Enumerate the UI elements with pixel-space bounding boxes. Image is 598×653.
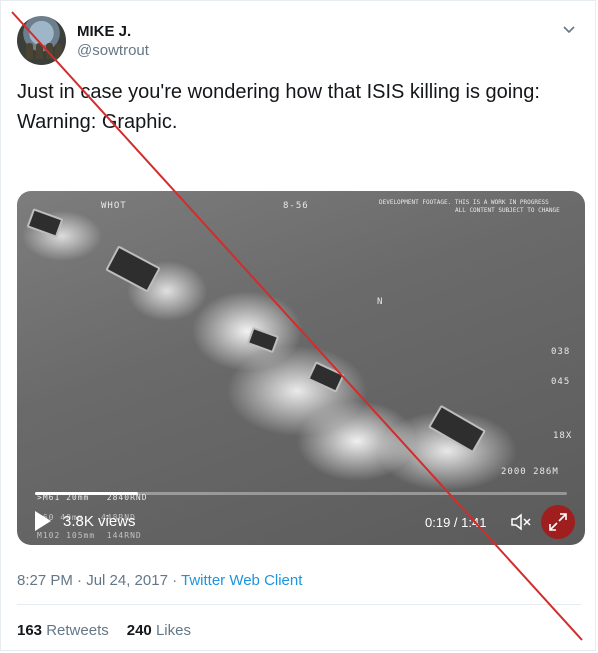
likes-link[interactable]: 240 Likes xyxy=(127,622,191,639)
hud-readout: 045 xyxy=(551,377,571,387)
hud-readout: 18X xyxy=(553,431,573,441)
chevron-down-icon[interactable] xyxy=(559,21,579,41)
retweets-count: 163 xyxy=(17,622,43,639)
hud-north-marker: N xyxy=(377,297,384,307)
video-time: 0:19 / 1:41 xyxy=(425,515,487,530)
hud-altitude: 8-56 xyxy=(283,201,309,211)
hud-readout: 038 xyxy=(551,347,571,357)
video-player[interactable]: WHOT 8-56 DEVELOPMENT FOOTAGE. THIS IS A… xyxy=(17,191,585,545)
tweet-card: MIKE J. @sowtrout Just in case you're wo… xyxy=(0,0,596,651)
divider xyxy=(17,604,581,605)
tweet-text-warning: Warning: Graphic. xyxy=(17,111,178,133)
hud-disclaimer: DEVELOPMENT FOOTAGE. THIS IS A WORK IN P… xyxy=(379,199,549,206)
vehicle xyxy=(105,245,161,293)
play-icon[interactable] xyxy=(35,511,51,531)
likes-label: Likes xyxy=(155,622,191,639)
avatar[interactable] xyxy=(17,16,66,65)
hud-range: 2000 286M xyxy=(501,467,559,477)
tweet-text-line: Just in case you're wondering how that I… xyxy=(17,81,540,103)
tweet-stats: 163 Retweets 240 Likes xyxy=(17,622,191,639)
vehicle xyxy=(26,208,64,238)
tweet-timestamp[interactable]: 8:27 PM · Jul 24, 2017 · xyxy=(17,572,181,589)
retweets-link[interactable]: 163 Retweets xyxy=(17,622,109,639)
hud-disclaimer: ALL CONTENT SUBJECT TO CHANGE xyxy=(455,207,560,214)
vehicle xyxy=(246,326,280,354)
tweet-text: Just in case you're wondering how that I… xyxy=(17,77,577,137)
video-controls: 3.8K views 0:19 / 1:41 xyxy=(17,501,585,545)
display-name[interactable]: MIKE J. xyxy=(77,23,131,40)
retweets-label: Retweets xyxy=(46,622,109,639)
hud-mode: WHOT xyxy=(101,201,127,211)
tweet-meta: 8:27 PM · Jul 24, 2017 · Twitter Web Cli… xyxy=(17,572,302,589)
vehicle xyxy=(307,361,345,393)
mute-icon[interactable] xyxy=(509,510,533,534)
video-progress-bar[interactable] xyxy=(35,492,567,495)
fullscreen-icon[interactable] xyxy=(541,505,575,539)
view-count: 3.8K views xyxy=(63,513,136,530)
likes-count: 240 xyxy=(126,622,152,639)
video-progress-fill xyxy=(35,492,139,495)
tweet-client-link[interactable]: Twitter Web Client xyxy=(181,572,302,589)
user-handle[interactable]: @sowtrout xyxy=(77,42,149,59)
vehicle xyxy=(427,404,487,454)
